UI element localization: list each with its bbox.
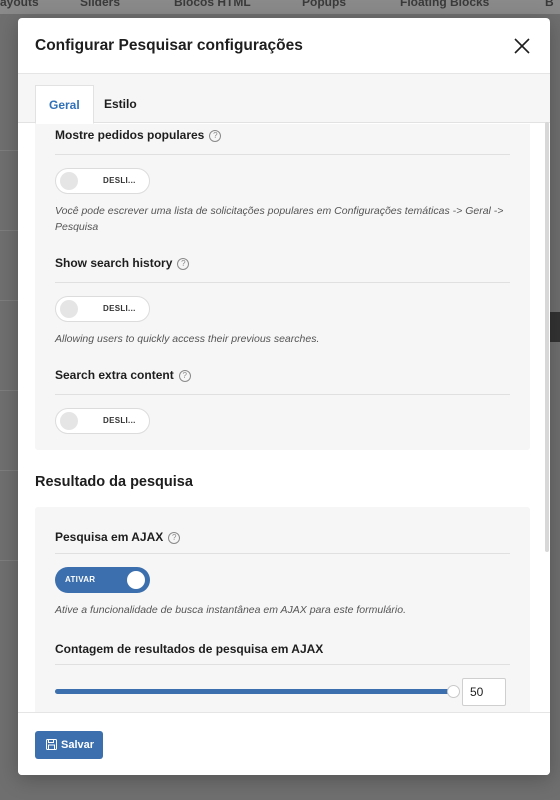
tab-geral[interactable]: Geral bbox=[35, 85, 94, 124]
toggle-knob bbox=[60, 300, 78, 318]
ajax-count-slider[interactable] bbox=[55, 685, 460, 698]
bg-divider bbox=[0, 300, 18, 301]
slider-fill bbox=[55, 689, 453, 694]
bg-divider bbox=[0, 390, 18, 391]
toggle-state-label: DESLI... bbox=[103, 416, 136, 425]
divider bbox=[55, 394, 510, 395]
scrollbar-thumb[interactable] bbox=[545, 122, 549, 552]
bg-menu-item: Popups bbox=[302, 0, 346, 9]
divider bbox=[55, 282, 510, 283]
bg-menu-item: Blocos HTML bbox=[174, 0, 251, 9]
floppy-disk-icon bbox=[46, 739, 57, 750]
bg-dark-block bbox=[550, 312, 560, 342]
extra-content-label-text: Search extra content bbox=[55, 368, 174, 382]
help-icon[interactable]: ? bbox=[177, 258, 190, 270]
toggle-state-label: ATIVAR bbox=[65, 575, 96, 584]
bg-menu-item: ayouts bbox=[0, 0, 39, 9]
save-button[interactable]: Salvar bbox=[35, 731, 103, 759]
ajax-search-label: Pesquisa em AJAX? bbox=[55, 530, 181, 544]
extra-content-toggle[interactable]: DESLI... bbox=[55, 408, 150, 434]
tab-estilo[interactable]: Estilo bbox=[91, 85, 150, 124]
search-history-description: Allowing users to quickly access their p… bbox=[55, 333, 320, 345]
popular-requests-description: Você pode escrever uma lista de solicita… bbox=[55, 205, 504, 233]
search-history-label: Show search history? bbox=[55, 256, 190, 270]
bg-menu-item: Sliders bbox=[80, 0, 121, 9]
ajax-search-toggle[interactable]: ATIVAR bbox=[55, 567, 150, 593]
popular-requests-label: Mostre pedidos populares? bbox=[55, 128, 222, 142]
toggle-knob bbox=[127, 571, 145, 589]
close-icon bbox=[514, 38, 530, 54]
save-button-label: Salvar bbox=[61, 739, 95, 751]
background-topbar: ayouts Sliders Blocos HTML Popups Floati… bbox=[0, 0, 560, 14]
search-history-toggle[interactable]: DESLI... bbox=[55, 296, 150, 322]
help-icon[interactable]: ? bbox=[209, 130, 222, 142]
divider bbox=[55, 553, 510, 554]
ajax-search-label-text: Pesquisa em AJAX bbox=[55, 530, 164, 544]
results-settings-panel: Pesquisa em AJAX? ATIVAR Ative a funcion… bbox=[35, 507, 530, 712]
close-button[interactable] bbox=[512, 36, 532, 56]
modal-footer: Salvar bbox=[18, 712, 550, 775]
ajax-count-input[interactable] bbox=[462, 678, 506, 706]
toggle-state-label: DESLI... bbox=[103, 304, 136, 313]
help-icon[interactable]: ? bbox=[168, 532, 181, 544]
divider bbox=[55, 664, 510, 665]
popular-requests-toggle[interactable]: DESLI... bbox=[55, 168, 150, 194]
bg-menu-item: Floating Blocks bbox=[400, 0, 490, 9]
help-icon[interactable]: ? bbox=[178, 370, 191, 382]
toggle-knob bbox=[60, 172, 78, 190]
bg-divider bbox=[0, 150, 18, 151]
modal-title: Configurar Pesquisar configurações bbox=[35, 37, 303, 54]
extra-content-label: Search extra content? bbox=[55, 368, 191, 382]
bg-divider bbox=[0, 470, 18, 471]
modal-header: Configurar Pesquisar configurações bbox=[18, 18, 550, 74]
modal-content: Mostre pedidos populares? DESLI... Você … bbox=[18, 124, 550, 712]
toggle-knob bbox=[60, 412, 78, 430]
bg-divider bbox=[0, 560, 18, 561]
divider bbox=[55, 154, 510, 155]
ajax-search-description: Ative a funcionalidade de busca instantâ… bbox=[55, 604, 406, 616]
section-title-results: Resultado da pesquisa bbox=[35, 474, 193, 490]
general-settings-panel: Mostre pedidos populares? DESLI... Você … bbox=[35, 124, 530, 450]
slider-handle[interactable] bbox=[447, 685, 460, 698]
bg-menu-item: B bbox=[545, 0, 554, 9]
tab-bar: Geral Estilo bbox=[18, 74, 550, 124]
settings-modal: Configurar Pesquisar configurações Geral… bbox=[18, 18, 550, 775]
search-history-label-text: Show search history bbox=[55, 256, 173, 270]
bg-divider bbox=[0, 230, 18, 231]
ajax-count-label: Contagem de resultados de pesquisa em AJ… bbox=[55, 642, 324, 656]
toggle-state-label: DESLI... bbox=[103, 176, 136, 185]
popular-requests-label-text: Mostre pedidos populares bbox=[55, 128, 205, 142]
